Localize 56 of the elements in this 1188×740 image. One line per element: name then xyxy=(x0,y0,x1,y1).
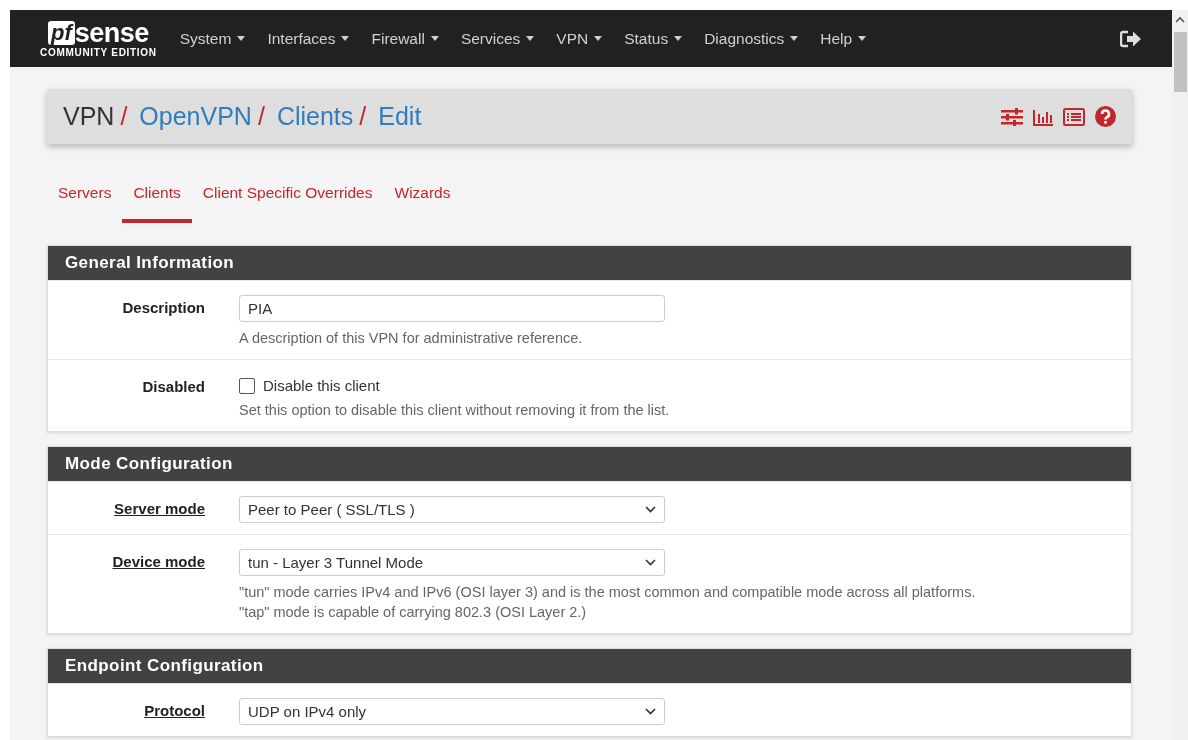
section-header: General Information xyxy=(48,246,1131,280)
help-text: "tun" mode carries IPv4 and IPv6 (OSI layer 3) and is the most common and compatible mode across all platforms. xyxy=(239,583,977,602)
field-label-link[interactable]: Server mode xyxy=(114,496,205,523)
logo-edition: COMMUNITY EDITION xyxy=(40,46,157,58)
select-field[interactable]: Peer to Peer ( SSL/TLS ) xyxy=(239,496,665,523)
caret-icon xyxy=(430,36,439,41)
scrollbar[interactable] xyxy=(1172,10,1188,740)
tab[interactable]: Clients xyxy=(122,172,192,223)
nav-menu[interactable]: Help xyxy=(809,29,878,48)
logo-wordmark: sense xyxy=(74,19,149,46)
checkbox[interactable] xyxy=(239,377,255,394)
sliders-icon[interactable] xyxy=(1001,107,1023,126)
breadcrumb-separator: / xyxy=(257,102,265,131)
chevron-down-icon xyxy=(645,506,656,513)
breadcrumb-text: VPN xyxy=(63,102,115,131)
caret-icon xyxy=(237,36,246,41)
caret-icon xyxy=(526,36,535,41)
text-field[interactable]: PIA xyxy=(239,295,665,322)
field-label-link[interactable]: Protocol xyxy=(144,698,205,725)
caret-icon xyxy=(594,36,603,41)
field-label-link[interactable]: Device mode xyxy=(112,549,205,622)
help-icon[interactable] xyxy=(1095,106,1116,127)
section-header: Mode Configuration xyxy=(48,447,1131,481)
tab[interactable]: Servers xyxy=(47,172,123,223)
list-icon[interactable] xyxy=(1063,107,1085,126)
tab[interactable]: Wizards xyxy=(383,172,462,223)
nav-menu[interactable]: System xyxy=(168,29,257,48)
select-field[interactable]: tun - Layer 3 Tunnel Mode xyxy=(239,549,665,576)
chevron-down-icon xyxy=(645,708,656,715)
help-text: "tap" mode is capable of carrying 802.3 (OSI Layer 2.) xyxy=(239,603,588,622)
nav-menu[interactable]: Services xyxy=(449,29,546,48)
logout-icon[interactable] xyxy=(1120,29,1142,48)
breadcrumb-separator: / xyxy=(120,102,128,131)
breadcrumb-separator: / xyxy=(359,102,367,131)
caret-icon xyxy=(858,36,867,41)
nav-menu[interactable]: VPN xyxy=(545,29,614,48)
checkbox-label[interactable]: Disable this client xyxy=(263,377,380,394)
tab[interactable]: Client Specific Overrides xyxy=(191,172,384,223)
logo-mark: pf xyxy=(47,20,75,45)
nav-menu[interactable]: Firewall xyxy=(360,29,450,48)
nav-menu[interactable]: Interfaces xyxy=(256,29,361,48)
caret-icon xyxy=(790,36,799,41)
bar-chart-icon[interactable] xyxy=(1033,107,1053,126)
section-header: Endpoint Configuration xyxy=(48,649,1131,683)
scroll-up-icon[interactable] xyxy=(1175,16,1185,24)
nav-menu[interactable]: Diagnostics xyxy=(693,29,810,48)
caret-icon xyxy=(674,36,683,41)
chevron-down-icon xyxy=(645,559,656,566)
scrollbar-thumb[interactable] xyxy=(1173,32,1187,92)
field-label: Disabled xyxy=(142,377,205,397)
help-text: Set this option to disable this client without removing it from the list. xyxy=(239,401,671,420)
help-text: A description of this VPN for administrative reference. xyxy=(239,329,584,348)
nav-menu[interactable]: Status xyxy=(613,29,694,48)
select-field[interactable]: UDP on IPv4 only xyxy=(239,698,665,725)
field-label: Description xyxy=(122,298,205,318)
caret-icon xyxy=(341,36,350,41)
